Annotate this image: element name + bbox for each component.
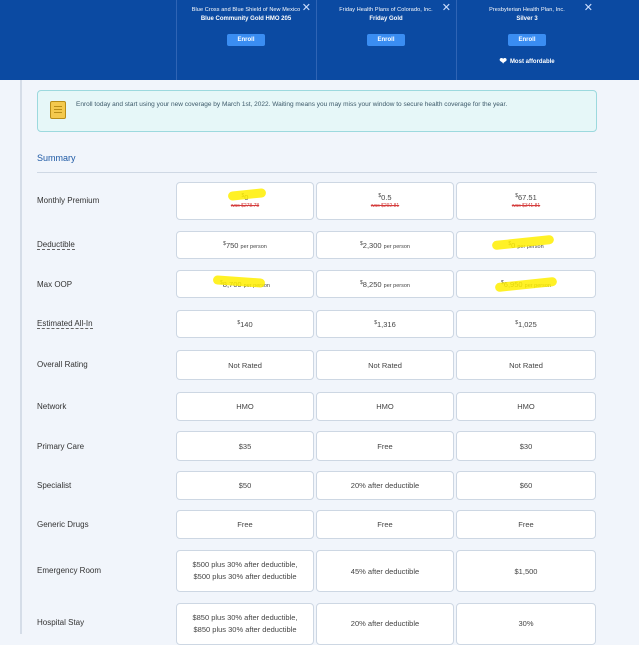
plan-header-2: ✕ Friday Health Plans of Colorado, Inc. …: [316, 0, 455, 80]
specialist-cell-3: $60: [456, 471, 596, 500]
per-person-label: per person: [240, 243, 267, 250]
er-line: 45% after deductible: [350, 566, 420, 576]
rating-cell-2: Not Rated: [316, 350, 454, 380]
er-cell-1: $500 plus 30% after deductible, $500 plu…: [176, 550, 314, 592]
hospital-line: $850 plus 30% after deductible: [193, 625, 297, 634]
summary-divider: [37, 172, 597, 173]
row-label-max-oop: Max OOP: [37, 280, 73, 289]
hospital-line: 20% after deductible: [350, 619, 420, 628]
premium-value: 0.5: [381, 193, 392, 202]
allin-value: 1,025: [518, 319, 537, 329]
plan-header-3: ✕ Presbyterian Health Plan, Inc. Silver …: [456, 0, 597, 80]
heart-icon: ❤: [499, 56, 507, 66]
er-cell-3: $1,500: [456, 550, 596, 592]
plan-name: Blue Community Gold HMO 205: [200, 16, 292, 22]
plan-name: Silver 3: [516, 16, 538, 22]
er-line: $1,500: [514, 566, 538, 576]
generic-drugs-cell-3: Free: [456, 510, 596, 539]
network-cell-2: HMO: [316, 392, 454, 421]
rating-cell-3: Not Rated: [456, 350, 596, 380]
row-label-estimated-all-in[interactable]: Estimated All-In: [37, 319, 93, 329]
alert-text: Enroll today and start using your new co…: [76, 101, 508, 108]
plan-name: Friday Gold: [369, 16, 403, 22]
hospital-cell-3: 30%: [456, 603, 596, 645]
premium-original: was $278.78: [230, 203, 260, 209]
deductible-value: 750: [225, 240, 239, 250]
allin-value: 140: [240, 319, 253, 329]
close-icon[interactable]: ✕: [584, 1, 593, 14]
left-divider: [20, 80, 22, 634]
network-cell-3: HMO: [456, 392, 596, 421]
premium-original: was $292.81: [370, 203, 400, 209]
hospital-cell-1: $850 plus 30% after deductible, $850 plu…: [176, 603, 314, 645]
allin-cell-2: $1,316: [316, 310, 454, 338]
primary-care-cell-3: $30: [456, 431, 596, 461]
per-person-label: per person: [383, 282, 410, 289]
row-label-primary-care: Primary Care: [37, 442, 85, 451]
row-label-generic-drugs: Generic Drugs: [37, 520, 89, 529]
row-label-emergency-room: Emergency Room: [37, 566, 102, 575]
row-label-overall-rating: Overall Rating: [37, 360, 88, 369]
enroll-button[interactable]: Enroll: [367, 34, 405, 46]
hospital-line: $850 plus 30% after deductible,: [192, 613, 298, 622]
premium-original: was $341.81: [511, 203, 541, 209]
row-label-specialist: Specialist: [37, 481, 72, 490]
row-label-deductible[interactable]: Deductible: [37, 240, 75, 250]
hospital-line: 30%: [518, 619, 534, 628]
maxoop-value: 8,250: [362, 279, 382, 289]
allin-value: 1,316: [377, 319, 396, 329]
deductible-cell-1: $750 per person: [176, 231, 314, 259]
enroll-button[interactable]: Enroll: [227, 34, 265, 46]
primary-care-cell-1: $35: [176, 431, 314, 461]
close-icon[interactable]: ✕: [442, 1, 451, 14]
allin-cell-1: $140: [176, 310, 314, 338]
calendar-icon: [50, 101, 66, 119]
summary-title: Summary: [37, 153, 76, 163]
enrollment-alert: Enroll today and start using your new co…: [37, 90, 597, 132]
plan-header-1: ✕ Blue Cross and Blue Shield of New Mexi…: [176, 0, 315, 80]
most-affordable-badge: ❤ Most affordable: [457, 56, 597, 67]
er-cell-2: 45% after deductible: [316, 550, 454, 592]
hospital-cell-2: 20% after deductible: [316, 603, 454, 645]
premium-cell-2: $0.5 was $292.81: [316, 182, 454, 220]
premium-cell-1: $0 was $278.78: [176, 182, 314, 220]
deductible-cell-2: $2,300 per person: [316, 231, 454, 259]
badge-label: Most affordable: [509, 59, 555, 65]
close-icon[interactable]: ✕: [302, 1, 311, 14]
plan-carrier: Friday Health Plans of Colorado, Inc.: [339, 7, 433, 13]
premium-cell-3: $67.51 was $341.81: [456, 182, 596, 220]
plan-carrier: Presbyterian Health Plan, Inc.: [489, 7, 565, 13]
deductible-value: 2,300: [362, 240, 382, 250]
plan-carrier: Blue Cross and Blue Shield of New Mexico: [191, 7, 301, 13]
rating-cell-1: Not Rated: [176, 350, 314, 380]
allin-cell-3: $1,025: [456, 310, 596, 338]
er-line: $500 plus 30% after deductible: [193, 572, 297, 581]
primary-care-cell-2: Free: [316, 431, 454, 461]
row-label-monthly-premium: Monthly Premium: [37, 196, 100, 205]
maxoop-cell-2: $8,250 per person: [316, 270, 454, 298]
network-cell-1: HMO: [176, 392, 314, 421]
plan-header-bar: ✕ Blue Cross and Blue Shield of New Mexi…: [0, 0, 639, 80]
per-person-label: per person: [383, 243, 410, 250]
specialist-cell-2: 20% after deductible: [316, 471, 454, 500]
specialist-cell-1: $50: [176, 471, 314, 500]
premium-value: 67.51: [518, 193, 537, 202]
enroll-button[interactable]: Enroll: [508, 34, 546, 46]
row-label-hospital-stay: Hospital Stay: [37, 618, 85, 627]
row-label-network: Network: [37, 402, 67, 411]
er-line: $500 plus 30% after deductible,: [192, 560, 298, 569]
generic-drugs-cell-2: Free: [316, 510, 454, 539]
generic-drugs-cell-1: Free: [176, 510, 314, 539]
